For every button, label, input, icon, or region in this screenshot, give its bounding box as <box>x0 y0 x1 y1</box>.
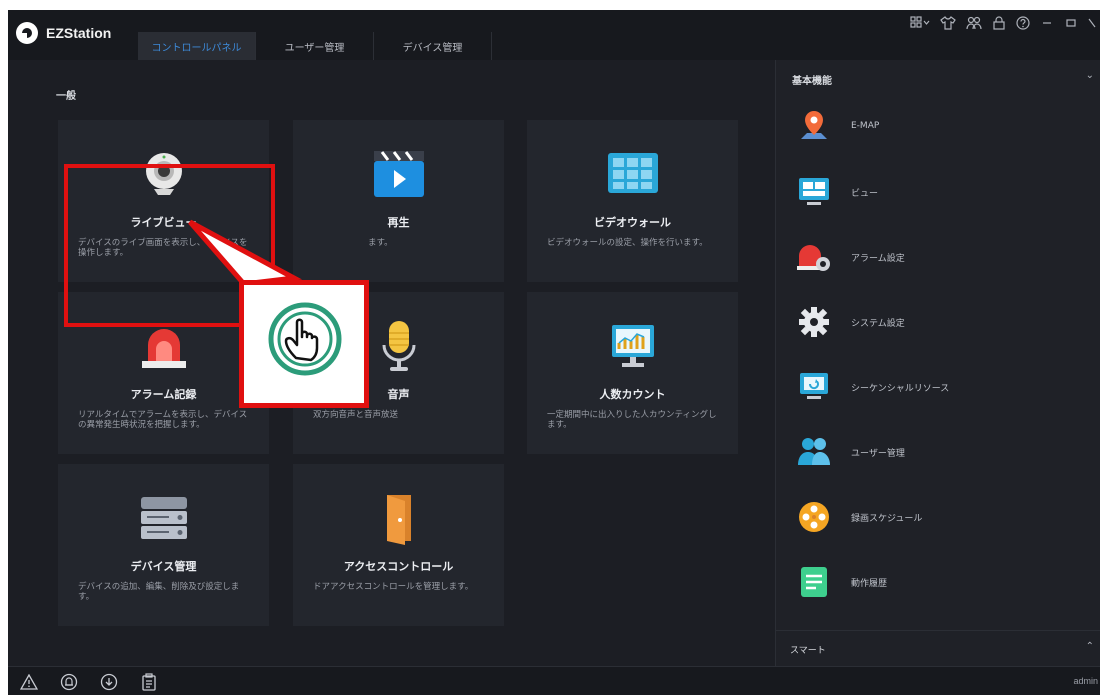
sidebar-item-label: 動作履歴 <box>851 579 888 589</box>
grid-icon[interactable] <box>910 16 930 35</box>
alarm-bell-icon[interactable] <box>60 673 78 691</box>
card-description: ビデオウォールの設定、操作を行います。 <box>547 238 708 248</box>
card-description: 双方向音声と音声放送 <box>313 410 399 420</box>
users-icon <box>798 438 830 465</box>
card-title: 再生 <box>387 216 410 229</box>
sidebar-item-label: ユーザー管理 <box>851 449 905 459</box>
sidebar-item-operation-log[interactable]: 動作履歴 <box>776 558 1100 608</box>
tab-user-management[interactable]: ユーザー管理 <box>256 32 374 60</box>
tab-control-panel[interactable]: コントロールパネル <box>138 32 256 60</box>
video-wall-icon <box>607 153 658 193</box>
lock-icon[interactable] <box>992 16 1006 35</box>
sidebar-item-view[interactable]: ビュー <box>776 168 1100 218</box>
film-reel-icon <box>799 502 829 532</box>
door-icon <box>386 495 411 545</box>
sidebar-item-sequential-resource[interactable]: シーケンシャルリソース <box>776 363 1100 413</box>
sidebar-item-recording-schedule[interactable]: 録画スケジュール <box>776 493 1100 543</box>
window-controls <box>910 16 1096 35</box>
alarm-settings-icon <box>797 245 830 271</box>
card-title: デバイス管理 <box>130 560 197 573</box>
card-title: ビデオウォール <box>594 216 671 229</box>
title-bar: EZStation コントロールパネル ユーザー管理 デバイス管理 <box>8 10 1100 60</box>
sidebar-header: 基本機能 <box>792 76 832 87</box>
card-video-wall[interactable]: ビデオウォール ビデオウォールの設定、操作を行います。 <box>527 120 738 282</box>
video-play-icon <box>373 151 424 197</box>
download-icon[interactable] <box>100 673 118 691</box>
card-description: ドアアクセスコントロールを管理します。 <box>313 582 474 592</box>
sidebar-item-system-settings[interactable]: システム設定 <box>776 298 1100 348</box>
log-document-icon <box>801 567 827 597</box>
card-title: 人数カウント <box>599 388 666 401</box>
sidebar-item-alarm-settings[interactable]: アラーム設定 <box>776 233 1100 283</box>
app-title: EZStation <box>46 25 112 41</box>
card-people-counting[interactable]: 人数カウント 一定期間中に出入りした人カウンティングします。 <box>527 292 738 454</box>
basic-functions-sidebar: 基本機能 ⌄ E-MAP ビュー アラーム設定 システム設定 シーケンシャルリソ… <box>775 60 1100 666</box>
card-description: 一定期間中に出入りした人カウンティングします。 <box>547 410 717 430</box>
microphone-icon <box>382 321 415 371</box>
card-device-management[interactable]: デバイス管理 デバイスの追加、編集、削除及び設定します。 <box>58 464 269 626</box>
tab-device-management[interactable]: デバイス管理 <box>374 32 492 60</box>
users-icon[interactable] <box>966 16 982 35</box>
card-access-control[interactable]: アクセスコントロール ドアアクセスコントロールを管理します。 <box>293 464 504 626</box>
close-icon[interactable] <box>1088 16 1096 35</box>
minimize-icon[interactable] <box>1040 16 1054 35</box>
app-window: EZStation コントロールパネル ユーザー管理 デバイス管理 一般 ライブ… <box>8 10 1100 695</box>
card-description: ます。 <box>368 238 393 248</box>
chevron-up-icon[interactable]: ⌃ <box>1086 641 1094 652</box>
alarm-light-icon <box>141 329 186 368</box>
sidebar-smart-section[interactable]: スマート ⌃ <box>776 630 1100 666</box>
maximize-icon[interactable] <box>1064 16 1078 35</box>
monitor-view-icon <box>799 178 829 205</box>
sidebar-item-label: ビュー <box>851 189 879 199</box>
card-title: アクセスコントロール <box>343 560 454 573</box>
clipboard-icon[interactable] <box>140 673 158 691</box>
sidebar-item-label: システム設定 <box>851 319 905 329</box>
card-description: デバイスの追加、編集、削除及び設定します。 <box>78 582 240 602</box>
chevron-down-icon[interactable]: ⌄ <box>1086 70 1094 81</box>
ezstation-logo-icon <box>16 22 38 44</box>
sidebar-item-label: E-MAP <box>851 121 880 131</box>
sidebar-item-user-management[interactable]: ユーザー管理 <box>776 428 1100 478</box>
card-description: リアルタイムでアラームを表示し、デバイスの異常発生時状況を把握します。 <box>78 410 248 430</box>
sequence-monitor-icon <box>800 373 828 399</box>
warning-icon[interactable] <box>20 673 38 691</box>
sidebar-item-label: 録画スケジュール <box>851 514 923 524</box>
help-icon[interactable] <box>1016 16 1030 35</box>
current-user[interactable]: admin <box>1073 676 1098 686</box>
status-bar: admin <box>8 666 1100 695</box>
shirt-icon[interactable] <box>940 16 956 35</box>
sidebar-item-label: シーケンシャルリソース <box>851 384 950 394</box>
card-playback[interactable]: 再生 ます。 <box>293 120 504 282</box>
control-panel-main: 一般 ライブビュー デバイスのライブ画面を表示し、デバイスを操作します。 再生 … <box>8 60 774 666</box>
server-icon <box>140 497 187 539</box>
section-title: 一般 <box>56 91 76 102</box>
sidebar-item-label: アラーム設定 <box>851 254 905 264</box>
sidebar-item-emap[interactable]: E-MAP <box>776 103 1100 153</box>
map-pin-icon <box>801 111 827 139</box>
main-tabs: コントロールパネル ユーザー管理 デバイス管理 <box>138 32 492 60</box>
gear-icon <box>799 307 829 337</box>
hand-pointer-icon <box>268 302 342 376</box>
card-title: アラーム記録 <box>130 388 197 401</box>
sidebar-footer-label: スマート <box>790 646 826 656</box>
counting-chart-icon <box>611 325 654 367</box>
app-logo: EZStation <box>16 22 111 44</box>
